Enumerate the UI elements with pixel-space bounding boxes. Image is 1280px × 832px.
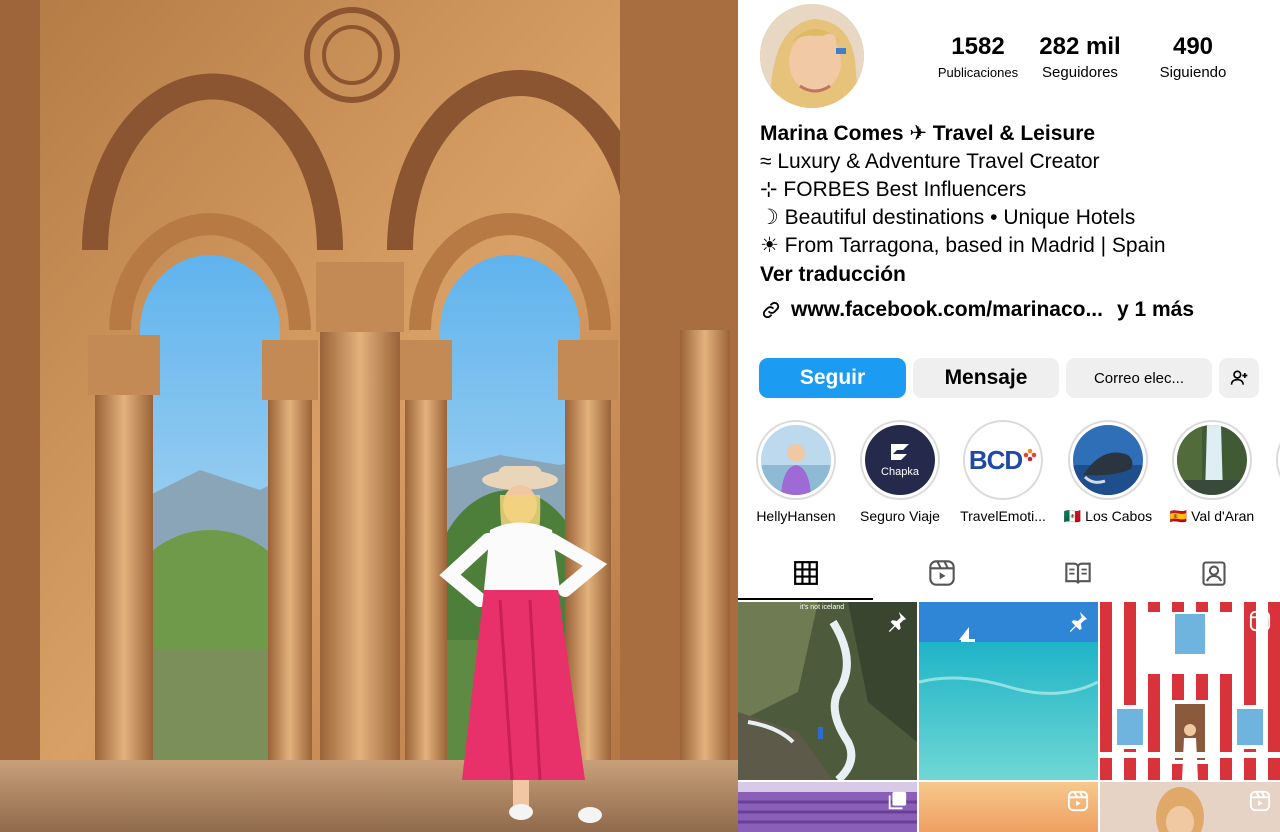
carousel-icon [888,791,907,810]
email-button[interactable]: Correo elec... [1066,358,1212,398]
highlight-waterfall-thumb [1177,425,1247,495]
followers-label: Seguidores [1042,64,1118,81]
reel-badge-icon [1249,790,1271,812]
highlight-label: 🇪🇸 Val d'Aran [1169,508,1255,524]
chapka-logo-icon [891,444,909,460]
post-thumbnail[interactable] [919,782,1098,832]
followers-count: 282 mil [1039,33,1121,60]
highlight-whale-thumb [1073,425,1143,495]
suggested-users-button[interactable] [1219,358,1259,398]
profile-stats: 1582 Publicaciones 282 mil Seguidores 49… [928,32,1278,92]
following-count: 490 [1172,33,1214,60]
tab-posts[interactable] [738,548,873,600]
pinned-icon [1069,611,1088,632]
tagged-icon [1201,561,1226,586]
bio-line: ⊹ FORBES Best Influencers [760,178,1027,201]
tab-reels[interactable] [874,548,1009,598]
bcd-logo-text: BCD [968,444,1023,475]
stat-following[interactable]: 490 Siguiendo [1138,32,1248,84]
stat-posts[interactable]: 1582 Publicaciones [928,32,1028,84]
stat-followers[interactable]: 282 mil Seguidores [1030,32,1130,84]
bcd-dots-icon [1023,448,1037,462]
highlight-item[interactable]: BCD TravelEmoti... [953,420,1053,524]
profile-panel: 1582 Publicaciones 282 mil Seguidores 49… [738,0,1280,832]
profile-name: Marina Comes ✈ Travel & Leisure [760,122,1096,145]
reels-icon [928,560,955,586]
highlight-item[interactable]: Chapka Seguro Viaje [850,420,950,524]
see-translation-link[interactable]: Ver traducción [760,260,1260,290]
profile-link[interactable]: www.facebook.com/marinaco... y 1 más [760,298,1194,322]
story-highlights: HellyHansen Chapka Seguro Viaje BCD Trav… [738,420,1280,530]
bio-line: ☽ Beautiful destinations • Unique Hotels [760,206,1136,229]
highlight-item[interactable] [1266,420,1280,500]
follow-button[interactable]: Seguir [759,358,906,398]
post-thumbnail[interactable]: it's not iceland [738,602,917,780]
post-thumbnail[interactable] [919,602,1098,780]
highlight-label: HellyHansen [756,508,836,524]
link-icon [762,301,780,319]
highlight-label: Seguro Viaje [860,508,940,524]
reel-badge-icon [1249,610,1271,632]
post-thumbnail[interactable] [738,782,917,832]
reel-badge-icon [1067,790,1089,812]
highlight-item[interactable]: HellyHansen [746,420,846,524]
highlight-label: 🇲🇽 Los Cabos [1063,508,1153,524]
profile-avatar[interactable] [760,4,864,108]
highlight-item[interactable]: 🇪🇸 Val d'Aran [1162,420,1262,525]
highlight-hellyhansen-thumb [761,425,831,495]
featured-photo [0,0,738,832]
profile-tabs [738,548,1280,600]
archway-scene-illustration [0,0,738,832]
post-overlay-text: it's not iceland [800,604,845,611]
guides-icon [1064,562,1091,584]
highlight-item[interactable]: 🇲🇽 Los Cabos [1058,420,1158,525]
add-user-icon [1230,370,1248,385]
grid-icon [793,561,818,585]
following-label: Siguiendo [1159,64,1227,81]
highlight-ring-partial [1276,420,1280,500]
posts-label: Publicaciones [937,65,1019,80]
highlight-label: TravelEmoti... [960,508,1046,524]
link-more[interactable]: y 1 más [1117,298,1194,322]
link-url[interactable]: www.facebook.com/marinaco... [791,298,1103,322]
tab-tagged[interactable] [1146,548,1280,598]
posts-grid: it's not iceland [738,602,1280,832]
bio-line: ☀ From Tarragona, based in Madrid | Spai… [760,234,1166,257]
pinned-icon [888,611,907,632]
chapka-logo-text: Chapka [881,466,919,478]
tab-guides[interactable] [1010,548,1145,598]
avatar-portrait-illustration [760,4,864,108]
bio-line: ≈ Luxury & Adventure Travel Creator [760,150,1100,173]
posts-count: 1582 [951,33,1005,60]
message-button[interactable]: Mensaje [913,358,1059,398]
post-thumbnail[interactable] [1100,602,1280,780]
profile-bio: Marina Comes ✈ Travel & Leisure ≈ Luxury… [760,120,1260,290]
post-thumbnail[interactable] [1100,782,1280,832]
